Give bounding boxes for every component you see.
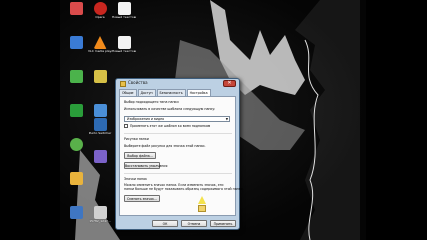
app-icon bbox=[69, 206, 83, 219]
desktop-icon-9[interactable] bbox=[64, 172, 88, 185]
section-heading-folder-pictures: Рисунки папки bbox=[124, 137, 149, 141]
desktop-icon-6[interactable] bbox=[88, 104, 112, 117]
punto-switcher-icon bbox=[93, 118, 107, 131]
app-icon bbox=[69, 36, 83, 49]
desktop-icon-10[interactable] bbox=[64, 206, 88, 219]
restore-default-button[interactable]: Восстановить умолчания bbox=[124, 162, 167, 169]
app-icon bbox=[69, 104, 83, 117]
desktop-icon-text-file-2[interactable]: Новый текстовый bbox=[112, 36, 136, 53]
text-file-icon bbox=[117, 36, 131, 49]
desktop-icon-7[interactable] bbox=[64, 138, 88, 151]
desktop-icon-opera[interactable]: Opera bbox=[88, 2, 112, 19]
folder-preview-icon bbox=[198, 205, 206, 212]
mouse-cursor-icon bbox=[198, 196, 206, 204]
app-icon bbox=[69, 138, 83, 151]
image-file-icon bbox=[93, 206, 107, 219]
desktop-icon-vlc[interactable]: VLC media player bbox=[88, 36, 112, 53]
vlc-cone-icon bbox=[93, 36, 107, 49]
desktop-icon-2[interactable] bbox=[64, 36, 88, 49]
opera-icon bbox=[93, 2, 107, 15]
cancel-button[interactable]: Отмена bbox=[181, 220, 207, 227]
folder-picture-hint: Выберите файл рисунка для значка этой па… bbox=[124, 144, 206, 148]
close-button[interactable]: ✕ bbox=[223, 80, 236, 87]
section-heading-folder-icons: Значки папок bbox=[124, 177, 147, 181]
desktop-icon-image-file[interactable]: 15782_1247... bbox=[88, 206, 112, 223]
template-select-value: Изображения и видео bbox=[127, 117, 165, 121]
letterbox-right bbox=[366, 0, 427, 240]
desktop-icon-1[interactable] bbox=[64, 2, 88, 15]
tab-general[interactable]: Общие bbox=[119, 89, 137, 96]
folder-icon-hint-line2: папки больше не будут показывать образец… bbox=[124, 187, 244, 191]
letterbox-left bbox=[0, 0, 60, 240]
dialog-title: Свойства bbox=[128, 80, 148, 85]
app-icon bbox=[93, 104, 107, 117]
tab-sharing[interactable]: Доступ bbox=[137, 89, 156, 96]
tab-customize[interactable]: Настройка bbox=[186, 89, 211, 96]
folder-icon bbox=[120, 81, 126, 87]
section-heading-folder-type: Выбор подходящего типа папки bbox=[124, 100, 179, 104]
dialog-titlebar[interactable]: Свойства ✕ bbox=[116, 79, 239, 89]
apply-subfolders-label: Применять этот же шаблон ко всем подпапк… bbox=[130, 124, 211, 128]
app-icon bbox=[69, 172, 83, 185]
desktop-icon-8[interactable] bbox=[88, 150, 112, 163]
desktop-icon-text-file[interactable]: Новый текстовый bbox=[112, 2, 136, 19]
app-icon bbox=[69, 2, 83, 15]
app-icon bbox=[69, 70, 83, 83]
chevron-down-icon: ▼ bbox=[225, 117, 228, 121]
tab-security[interactable]: Безопасность bbox=[156, 89, 186, 96]
change-icon-button[interactable]: Сменить значок... bbox=[124, 195, 160, 202]
folder-icon bbox=[93, 70, 107, 83]
text-file-icon bbox=[117, 2, 131, 15]
app-icon bbox=[93, 150, 107, 163]
desktop-icon-4[interactable] bbox=[88, 70, 112, 83]
desktop-icon-3[interactable] bbox=[64, 70, 88, 83]
properties-dialog: Свойства ✕ Общие Доступ Безопасность Нас… bbox=[115, 78, 244, 230]
divider bbox=[124, 133, 232, 134]
desktop-icon-punto[interactable]: Punto Switcher bbox=[88, 118, 112, 135]
ok-button[interactable]: ОК bbox=[152, 220, 178, 227]
desktop-icon-5[interactable] bbox=[64, 104, 88, 117]
customize-panel: Выбор подходящего типа папки Использоват… bbox=[119, 96, 244, 216]
apply-button[interactable]: Применить bbox=[210, 220, 236, 227]
template-label: Использовать в качестве шаблона следующу… bbox=[124, 107, 216, 111]
apply-subfolders-checkbox[interactable] bbox=[124, 124, 128, 128]
choose-file-button[interactable]: Выбор файла... bbox=[124, 152, 156, 159]
divider bbox=[124, 173, 232, 174]
tab-strip: Общие Доступ Безопасность Настройка bbox=[119, 89, 212, 96]
template-select[interactable]: Изображения и видео ▼ bbox=[124, 116, 230, 122]
